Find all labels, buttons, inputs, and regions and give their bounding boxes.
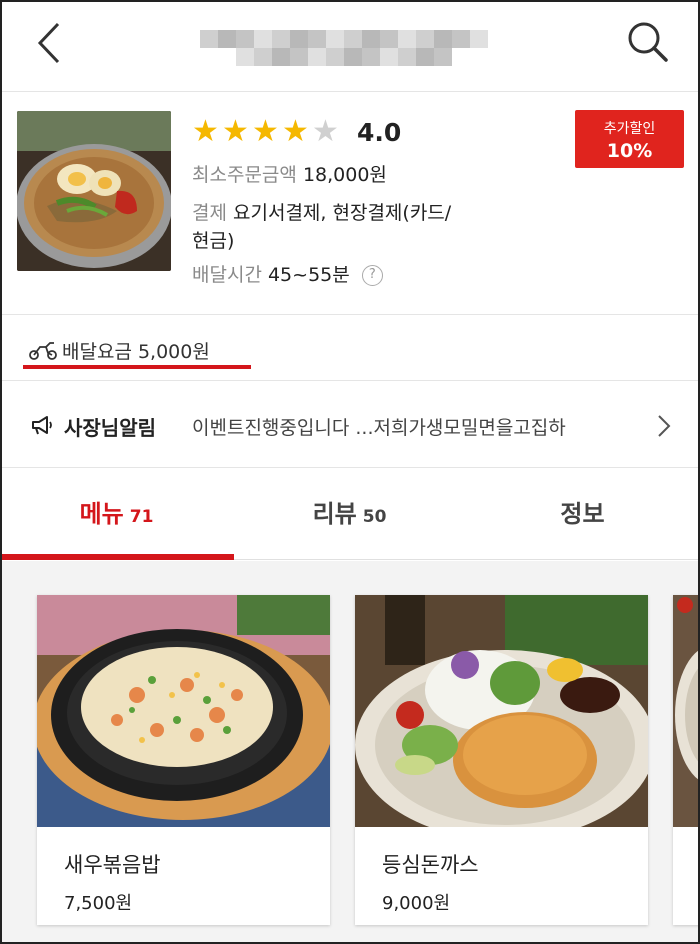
blur-pixel (434, 30, 452, 48)
blur-pixel (290, 30, 308, 48)
tab-bar: 메뉴 71 리뷰 50 정보 (0, 468, 700, 560)
delivery-fee-text: 배달요금 5,000원 (62, 341, 210, 363)
delivery-time-label: 배달시간 (192, 264, 262, 286)
payment-label: 결제 (192, 202, 227, 224)
tab-info-label: 정보 (560, 500, 605, 528)
blur-pixel (308, 30, 326, 48)
search-icon (628, 22, 668, 62)
restaurant-name-obscured (200, 30, 490, 74)
rating-stars: ★ ★ ★ ★ ★ (192, 116, 342, 148)
min-order-label: 최소주문금액 (192, 164, 297, 186)
discount-label: 추가할인 (603, 121, 656, 137)
menu-item-photo (37, 595, 330, 827)
star-empty-icon: ★ (312, 114, 339, 149)
notice-label: 사장님알림 (64, 416, 156, 440)
scooter-icon (29, 342, 57, 360)
restaurant-thumbnail (17, 111, 171, 271)
restaurant-info: ★ ★ ★ ★ ★ 4.0 추가할인 10% 최소주문금액 18,000원 결제 요기서… (0, 92, 700, 315)
blur-pixel (470, 30, 488, 48)
tab-review[interactable]: 리뷰 50 (233, 468, 466, 560)
min-order-value: 18,000원 (302, 164, 387, 186)
min-order-line: 최소주문금액 18,000원 (192, 160, 387, 187)
discount-value: 10% (606, 140, 653, 162)
menu-item-photo (673, 595, 700, 827)
tab-menu-count: 71 (129, 507, 154, 527)
menu-item-name: 등심돈까스 (382, 853, 479, 877)
star-filled-icon: ★ (252, 114, 279, 149)
blur-pixel (272, 30, 290, 48)
payment-value: 요기서결제, 현장결제(카드/ (233, 202, 452, 224)
discount-badge: 추가할인 10% (575, 110, 684, 168)
blur-pixel (254, 30, 272, 48)
blur-pixel (398, 30, 416, 48)
payment-line-2: 현금) (192, 226, 234, 253)
tab-review-label: 리뷰 (312, 500, 357, 528)
blur-pixel (416, 30, 434, 48)
blur-pixel (254, 48, 272, 66)
blur-pixel (452, 30, 470, 48)
app-header (0, 0, 700, 92)
blur-pixel (236, 48, 254, 66)
blur-pixel (398, 48, 416, 66)
menu-list: 새우볶음밥 7,500원 등심돈까스 9,000원 (0, 561, 700, 944)
blur-pixel (380, 48, 398, 66)
blur-pixel (416, 48, 434, 66)
chevron-left-icon (37, 22, 60, 64)
tab-menu[interactable]: 메뉴 71 (0, 468, 233, 560)
blur-pixel (344, 48, 362, 66)
blur-pixel (434, 48, 452, 66)
blur-pixel (272, 48, 290, 66)
menu-item-price: 7,500원 (64, 893, 133, 914)
blur-pixel (362, 30, 380, 48)
active-tab-indicator (0, 554, 234, 560)
menu-item-name: 새우볶음밥 (64, 853, 161, 877)
star-filled-icon: ★ (282, 114, 309, 149)
search-button[interactable] (620, 14, 676, 70)
notice-text: 이벤트진행중입니다 ...저희가생모밀면을고집하 (192, 417, 566, 439)
megaphone-icon (32, 416, 52, 435)
blur-pixel (362, 48, 380, 66)
back-button[interactable] (28, 18, 78, 68)
blur-pixel (326, 48, 344, 66)
payment-value-cont: 현금) (192, 230, 235, 252)
delivery-time-value: 45~55분 (267, 264, 350, 286)
help-icon[interactable]: ? (361, 265, 383, 286)
menu-item-price: 9,000원 (382, 893, 451, 914)
blur-pixel (344, 30, 362, 48)
rating-value: 4.0 (357, 118, 402, 147)
blur-pixel (326, 30, 344, 48)
chevron-right-icon (658, 415, 671, 437)
tab-info[interactable]: 정보 (466, 468, 699, 560)
star-filled-icon: ★ (192, 114, 219, 149)
tab-review-count: 50 (362, 507, 387, 527)
blur-pixel (290, 48, 308, 66)
blur-pixel (218, 30, 236, 48)
payment-line: 결제 요기서결제, 현장결제(카드/ (192, 198, 451, 225)
menu-item-photo (355, 595, 648, 827)
delivery-fee-highlight (23, 365, 251, 369)
blur-pixel (308, 48, 326, 66)
owner-notice-row[interactable]: 사장님알림 이벤트진행중입니다 ...저희가생모밀면을고집하 (0, 382, 700, 468)
blur-pixel (236, 30, 254, 48)
menu-card[interactable]: 새우볶음밥 7,500원 (37, 595, 330, 925)
blur-pixel (200, 30, 218, 48)
tab-menu-label: 메뉴 (79, 500, 124, 528)
menu-card[interactable]: 등심돈까스 9,000원 (355, 595, 648, 925)
star-filled-icon: ★ (222, 114, 249, 149)
delivery-fee-row: 배달요금 5,000원 (0, 315, 700, 381)
blur-pixel (380, 30, 398, 48)
delivery-time-line: 배달시간 45~55분 ? (192, 260, 383, 287)
menu-card-partial[interactable] (673, 595, 700, 925)
